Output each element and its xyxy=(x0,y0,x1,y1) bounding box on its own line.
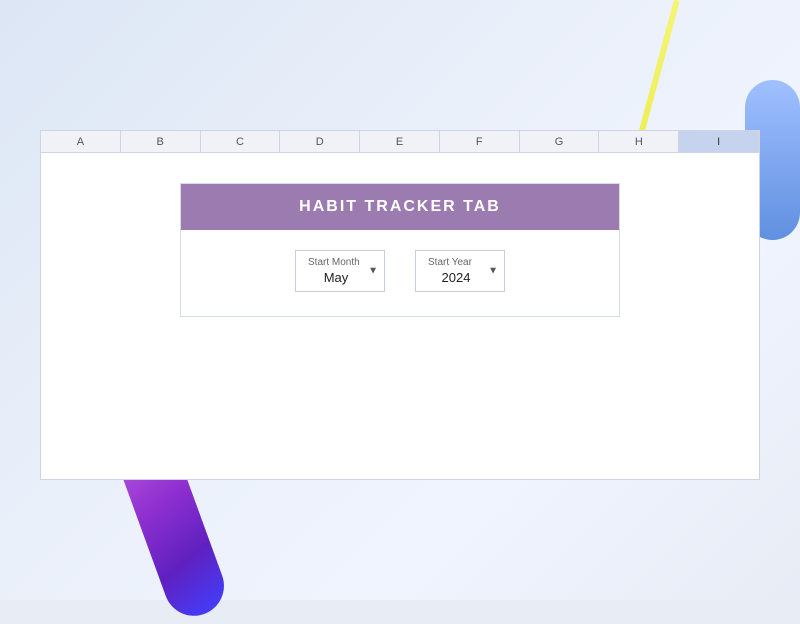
col-header-f[interactable]: F xyxy=(440,131,520,152)
col-header-g[interactable]: G xyxy=(520,131,600,152)
start-year-dropdown[interactable]: Start Year 2024 ▼ xyxy=(415,250,505,292)
start-month-label: Start Month xyxy=(308,257,360,268)
start-year-label: Start Year xyxy=(428,257,472,268)
start-month-value: May xyxy=(324,270,349,285)
col-header-a[interactable]: A xyxy=(41,131,121,152)
col-header-h[interactable]: H xyxy=(599,131,679,152)
sheet-body: HABIT TRACKER TAB Start Month May ▼ Star… xyxy=(41,153,759,479)
col-header-d[interactable]: D xyxy=(280,131,360,152)
col-header-c[interactable]: C xyxy=(201,131,281,152)
spreadsheet: A B C D E F G H I HABIT TRACKER TAB xyxy=(40,130,760,480)
column-headers: A B C D E F G H I xyxy=(41,131,759,153)
tracker-card: HABIT TRACKER TAB Start Month May ▼ Star… xyxy=(180,183,620,317)
start-year-value: 2024 xyxy=(442,270,471,285)
start-month-arrow-icon: ▼ xyxy=(368,266,378,277)
start-year-arrow-icon: ▼ xyxy=(488,266,498,277)
tracker-title: HABIT TRACKER TAB xyxy=(181,184,619,230)
start-month-dropdown[interactable]: Start Month May ▼ xyxy=(295,250,385,292)
col-header-b[interactable]: B xyxy=(121,131,201,152)
tracker-controls: Start Month May ▼ Start Year 2024 ▼ xyxy=(181,230,619,316)
col-header-i[interactable]: I xyxy=(679,131,759,152)
col-header-e[interactable]: E xyxy=(360,131,440,152)
